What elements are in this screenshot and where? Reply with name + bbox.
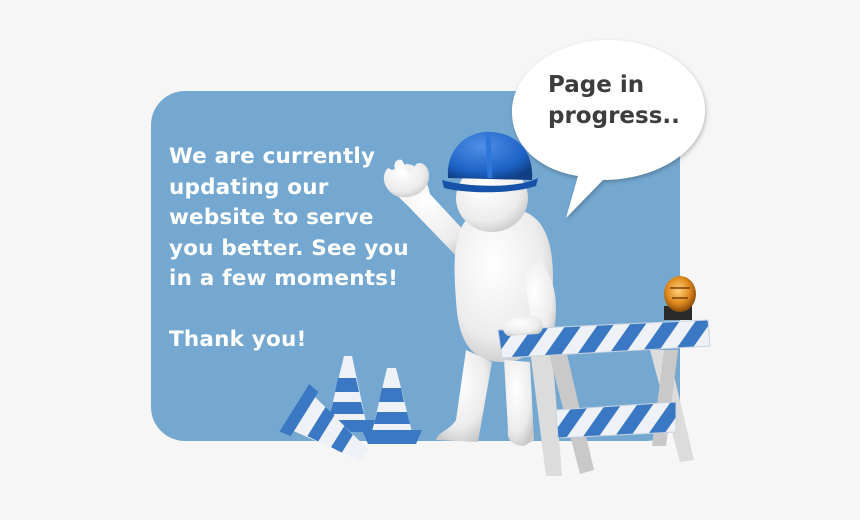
speech-bubble-text: Page in progress.. <box>548 70 698 132</box>
construction-worker-figure <box>383 131 556 446</box>
speech-bubble-line-2: progress.. <box>548 103 680 129</box>
warning-lamp-icon <box>664 276 696 320</box>
cone-icon <box>362 368 422 444</box>
speech-bubble-line-1: Page in <box>548 72 645 98</box>
traffic-cones <box>279 356 422 461</box>
under-construction-graphic: We are currently updating our website to… <box>0 0 860 520</box>
construction-illustration <box>279 40 711 476</box>
